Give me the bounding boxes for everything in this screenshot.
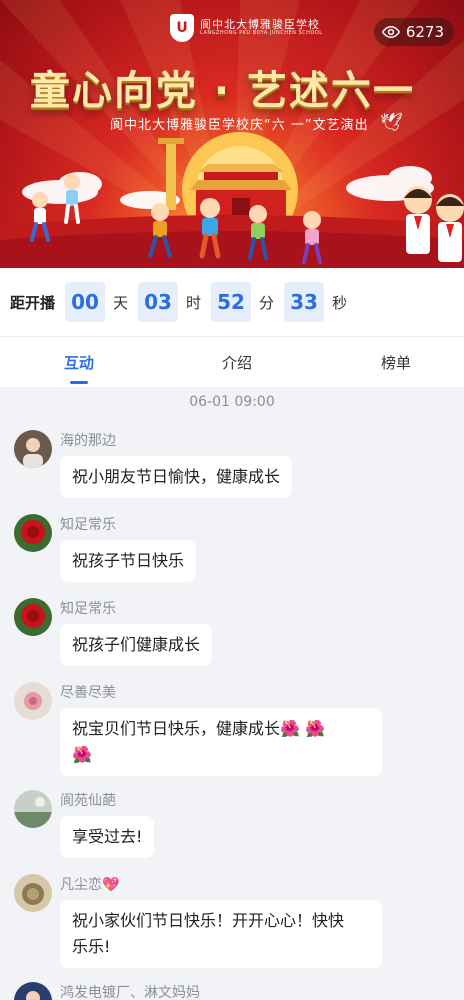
chat-list[interactable]: 06-01 09:00 海的那边 祝小朋友节日愉快，健康成长 知足常乐 祝孩子节… bbox=[0, 386, 464, 1000]
countdown-days: 00 bbox=[65, 282, 106, 322]
event-title: 童心向党 · 艺述六一 bbox=[30, 68, 416, 114]
avatar[interactable] bbox=[14, 682, 52, 720]
countdown-hours: 03 bbox=[138, 282, 179, 322]
sender-name[interactable]: 知足常乐 bbox=[60, 598, 116, 618]
live-countdown: 距开播 00 天 03 时 52 分 33 秒 bbox=[0, 268, 464, 336]
avatar[interactable] bbox=[14, 982, 52, 1000]
message-bubble: 祝宝贝们节日快乐，健康成长🌺 🌺 🌺 bbox=[60, 708, 382, 776]
message-bubble: 祝小朋友节日愉快，健康成长 bbox=[60, 456, 293, 498]
chat-timestamp: 06-01 09:00 bbox=[189, 394, 275, 410]
sender-name[interactable]: 知足常乐 bbox=[60, 514, 116, 534]
avatar[interactable] bbox=[14, 790, 52, 828]
sender-name[interactable]: 尽善尽美 bbox=[60, 682, 116, 702]
avatar[interactable] bbox=[14, 874, 52, 912]
tab-introduction[interactable]: 介绍 bbox=[222, 352, 252, 373]
message-text: 祝小家伙们节日快乐！开开心心！快快 bbox=[72, 911, 345, 930]
sender-name[interactable]: 凡尘恋💖 bbox=[60, 874, 119, 894]
view-count: 6273 bbox=[405, 23, 444, 41]
countdown-label: 距开播 bbox=[10, 293, 56, 312]
sender-name[interactable]: 鸿发电镀厂、淋文妈妈 bbox=[60, 982, 200, 1000]
countdown-seconds: 33 bbox=[284, 282, 325, 322]
message-text-line2: 乐乐! bbox=[72, 937, 111, 956]
logo-english-name: LANGZHONG PKU BOYA JUNCHEN SCHOOL bbox=[200, 30, 323, 37]
countdown-minutes: 52 bbox=[211, 282, 252, 322]
avatar[interactable] bbox=[14, 430, 52, 468]
celebration-scene bbox=[0, 132, 464, 268]
message-bubble: 享受过去! bbox=[60, 816, 155, 858]
school-shield-icon: U bbox=[170, 14, 194, 42]
countdown-days-unit: 天 bbox=[113, 293, 129, 312]
school-logo: U 阆中北大博雅骏臣学校 LANGZHONG PKU BOYA JUNCHEN … bbox=[170, 14, 323, 42]
message-text: 祝宝贝们节日快乐，健康成长🌺 🌺 bbox=[72, 719, 325, 738]
tab-interaction[interactable]: 互动 bbox=[64, 352, 94, 373]
message-bubble: 祝孩子们健康成长 bbox=[60, 624, 213, 666]
message-text-line2: 🌺 bbox=[72, 745, 92, 764]
view-count-badge: 6273 bbox=[373, 18, 454, 46]
event-banner: U 阆中北大博雅骏臣学校 LANGZHONG PKU BOYA JUNCHEN … bbox=[0, 0, 464, 268]
message-bubble: 祝孩子节日快乐 bbox=[60, 540, 197, 582]
avatar[interactable] bbox=[14, 514, 52, 552]
tab-bar: 互动 介绍 榜单 bbox=[0, 336, 464, 387]
countdown-minutes-unit: 分 bbox=[259, 293, 275, 312]
sender-name[interactable]: 海的那边 bbox=[60, 430, 116, 450]
countdown-hours-unit: 时 bbox=[186, 293, 202, 312]
sender-name[interactable]: 阆苑仙葩 bbox=[60, 790, 116, 810]
message-bubble: 祝小家伙们节日快乐！开开心心！快快 乐乐! bbox=[60, 900, 382, 968]
active-tab-indicator bbox=[70, 381, 88, 384]
eye-icon bbox=[381, 25, 400, 39]
avatar[interactable] bbox=[14, 598, 52, 636]
countdown-seconds-unit: 秒 bbox=[332, 293, 348, 312]
tab-leaderboard[interactable]: 榜单 bbox=[381, 352, 411, 373]
